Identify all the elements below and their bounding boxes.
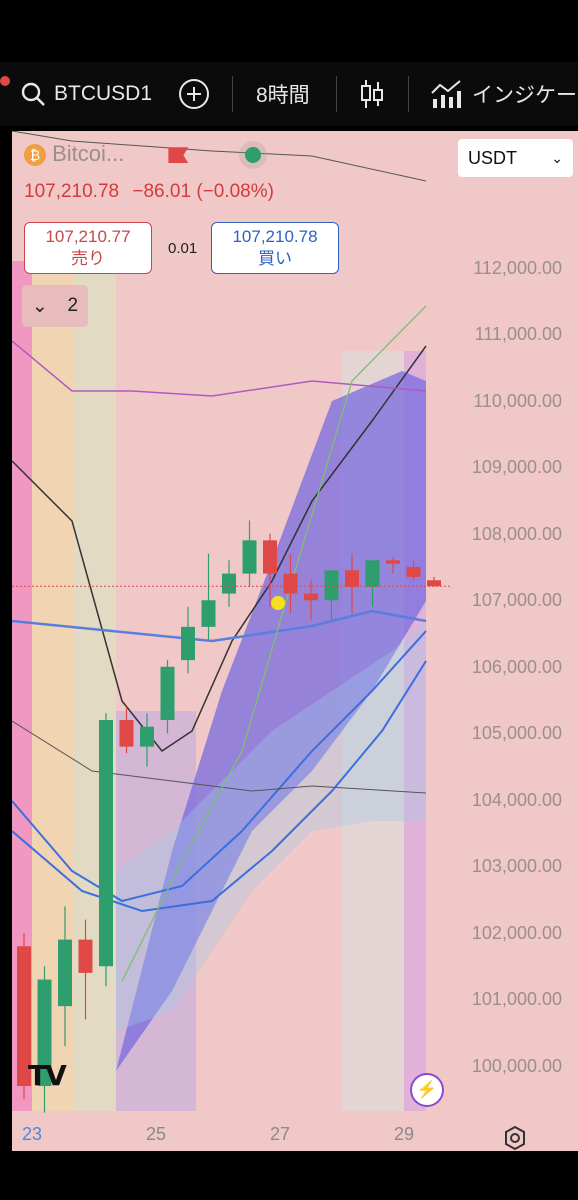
candle-body [242, 540, 257, 574]
candle-body [324, 570, 339, 601]
top-toolbar: BTCUSD1 8時間 インジケー [0, 62, 578, 126]
y-tick-label: 108,000.00 [471, 523, 562, 544]
y-tick-label: 112,000.00 [473, 257, 562, 278]
y-tick-label: 103,000.00 [471, 856, 562, 877]
candle-body [119, 720, 134, 747]
indicators-label: インジケー [472, 84, 577, 107]
y-tick-label: 110,000.00 [473, 390, 562, 411]
buy-label: 買い [258, 249, 292, 268]
candle-body [160, 666, 175, 721]
sell-price: 107,210.77 [45, 227, 131, 246]
y-tick-label: 105,000.00 [471, 723, 562, 744]
symbol-search[interactable]: BTCUSD1 [0, 62, 153, 126]
quick-trade-button[interactable]: ⚡ [410, 1073, 444, 1107]
sell-label: 売り [71, 249, 105, 268]
x-tick-label: 23 [22, 1124, 43, 1144]
bitcoin-icon: ₿ [24, 144, 46, 167]
alert-dot-icon [0, 76, 10, 86]
spread-value: 0.01 [168, 240, 198, 257]
indicators-button[interactable]: インジケー [430, 62, 577, 126]
indicators-icon [431, 80, 461, 108]
chart-area[interactable]: ₿ Bitcoi... 107,210.78 −86.01 (−0.08%) 1… [12, 131, 578, 1151]
y-tick-label: 102,000.00 [471, 922, 562, 943]
tradingview-logo: TV [28, 1059, 67, 1092]
search-icon [21, 82, 45, 106]
currency-label: USDT [468, 147, 517, 168]
interval-button[interactable]: 8時間 [256, 62, 310, 126]
flag-icon[interactable] [168, 147, 189, 164]
candle-body [283, 573, 298, 594]
candle-body [386, 560, 400, 564]
y-tick-label: 104,000.00 [471, 789, 562, 810]
collapse-indicators-button[interactable]: ⌄ 2 [22, 285, 88, 327]
candle-body [58, 939, 72, 1007]
candle-body [427, 580, 441, 587]
toolbar-divider [336, 76, 337, 112]
y-tick-label: 109,000.00 [471, 457, 562, 478]
candle-body [406, 566, 421, 577]
candle-body [99, 720, 113, 967]
x-tick-label: 25 [146, 1124, 167, 1144]
chevron-down-icon: ⌄ [31, 295, 48, 317]
y-tick-label: 106,000.00 [471, 656, 562, 677]
status-dot-icon [244, 147, 261, 164]
y-tick-label: 101,000.00 [471, 989, 562, 1010]
price-change-pct: (−0.08%) [196, 181, 274, 202]
currency-select[interactable]: USDT ⌄ [458, 139, 573, 177]
candle-chart-icon [361, 80, 383, 108]
buy-price: 107,210.78 [232, 227, 318, 246]
buy-button[interactable]: 107,210.78 買い [211, 222, 339, 274]
candle-body [345, 570, 359, 587]
price-change-row: 107,210.78 −86.01 (−0.08%) [24, 181, 274, 203]
candle-body [140, 726, 154, 747]
symbol-legend[interactable]: ₿ Bitcoi... [24, 141, 261, 167]
collapsed-count: 2 [67, 295, 79, 316]
candle-body [181, 626, 195, 661]
candle-body [304, 593, 318, 601]
candle-body [263, 540, 277, 574]
time-axis[interactable]: 23 25 27 29 [0, 1124, 578, 1200]
candle-body [222, 573, 236, 594]
settings-icon [505, 1125, 525, 1151]
y-tick-label: 107,000.00 [471, 590, 562, 611]
candle-body [201, 600, 216, 627]
toolbar-divider [232, 76, 233, 112]
candle-body [365, 560, 380, 587]
chart-type-button[interactable] [358, 62, 386, 126]
settings-button[interactable] [502, 1125, 528, 1156]
y-tick-label: 111,000.00 [474, 324, 562, 345]
last-price: 107,210.78 [24, 181, 120, 202]
marker-dot [271, 596, 285, 610]
x-tick-label: 29 [394, 1124, 415, 1144]
chevron-down-icon: ⌄ [551, 149, 563, 166]
add-icon [179, 79, 209, 109]
interval-label: 8時間 [256, 84, 310, 107]
symbol-name: Bitcoi... [52, 141, 125, 166]
candle-body [78, 939, 93, 973]
price-change: −86.01 [132, 181, 192, 202]
y-tick-label: 100,000.00 [471, 1056, 562, 1077]
lightning-icon: ⚡ [416, 1080, 438, 1099]
add-symbol-button[interactable] [178, 62, 210, 126]
symbol-label: BTCUSD1 [54, 82, 153, 105]
sell-button[interactable]: 107,210.77 売り [24, 222, 152, 274]
toolbar-divider [408, 76, 409, 112]
x-tick-label: 27 [270, 1124, 291, 1144]
